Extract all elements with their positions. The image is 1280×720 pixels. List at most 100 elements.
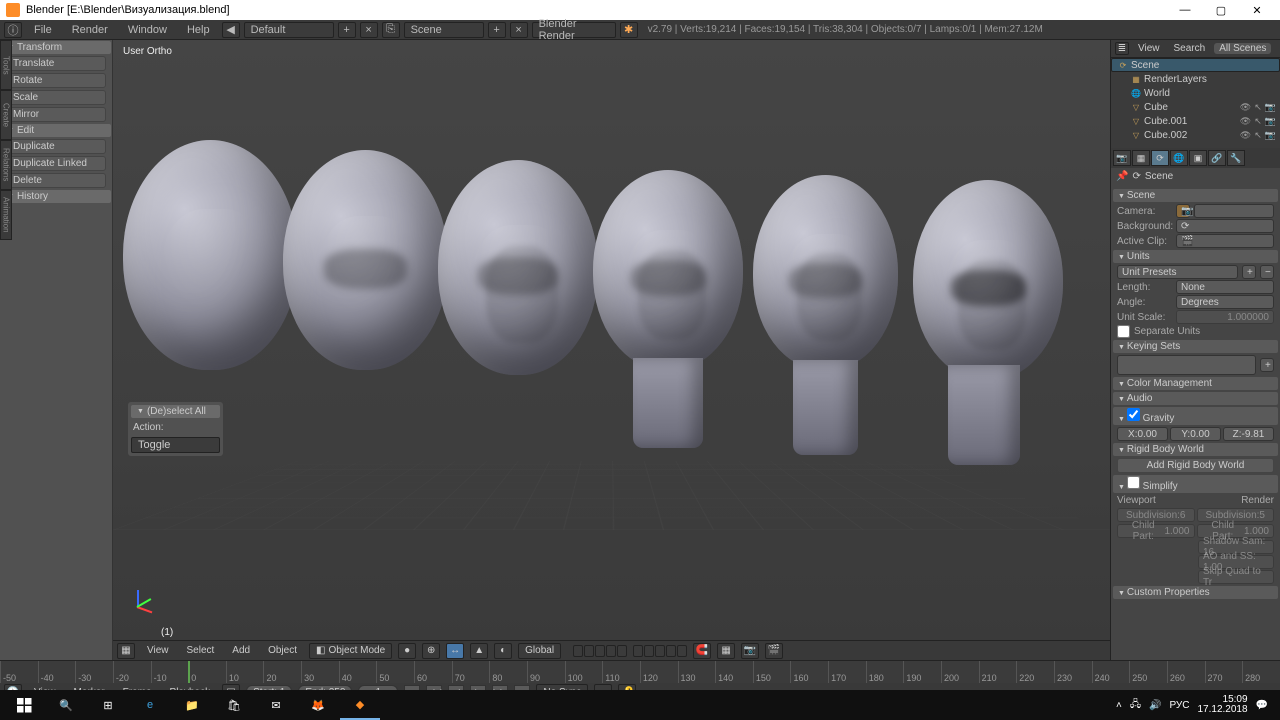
del-scene-icon[interactable]: × bbox=[510, 22, 528, 38]
close-button[interactable]: ✕ bbox=[1240, 1, 1274, 19]
tray-date[interactable]: 17.12.2018 bbox=[1197, 705, 1247, 715]
manip-translate-icon[interactable]: ▲ bbox=[470, 643, 488, 659]
panel-rbw[interactable]: Rigid Body World bbox=[1113, 443, 1278, 456]
head-mesh-3[interactable] bbox=[438, 160, 598, 375]
camera-value[interactable] bbox=[1194, 204, 1274, 218]
menu-file[interactable]: File bbox=[26, 23, 60, 37]
grav-z[interactable]: Z: -9.81 bbox=[1223, 427, 1274, 441]
manipulator-icon[interactable]: ↔ bbox=[446, 643, 464, 659]
keying-list[interactable] bbox=[1117, 355, 1256, 375]
blender-task-icon[interactable]: ◆ bbox=[340, 690, 380, 720]
add-layout-icon[interactable]: + bbox=[338, 22, 356, 38]
grav-x[interactable]: X: 0.00 bbox=[1117, 427, 1168, 441]
background-field[interactable]: ⟳ bbox=[1176, 219, 1274, 233]
edge-icon[interactable]: e bbox=[130, 690, 170, 720]
add-rbw-button[interactable]: Add Rigid Body World bbox=[1117, 458, 1274, 473]
tab-modifier-icon[interactable]: 🔧 bbox=[1227, 150, 1245, 166]
panel-keying[interactable]: Keying Sets bbox=[1113, 340, 1278, 353]
timeline-ruler[interactable]: -50-40-30-20-100102030405060708090100110… bbox=[0, 661, 1280, 683]
mail-icon[interactable]: ✉ bbox=[256, 690, 296, 720]
render-anim-icon[interactable]: 🎬 bbox=[765, 643, 783, 659]
editor-type-icon[interactable]: ▦ bbox=[117, 643, 135, 659]
keying-add-icon[interactable]: + bbox=[1260, 358, 1274, 372]
start-button[interactable] bbox=[4, 690, 44, 720]
pin-icon[interactable]: 📌 bbox=[1116, 171, 1128, 182]
outliner-allscenes[interactable]: All Scenes bbox=[1214, 43, 1271, 54]
outliner-item[interactable]: ⟳Scene bbox=[1111, 58, 1280, 72]
3d-viewport[interactable]: User Ortho (1) (De)select All Action: To… bbox=[113, 40, 1110, 660]
panel-units[interactable]: Units bbox=[1113, 250, 1278, 263]
head-mesh-2[interactable] bbox=[283, 150, 448, 370]
store-icon[interactable]: 🛍 bbox=[214, 690, 254, 720]
action-value[interactable]: Toggle bbox=[131, 437, 220, 453]
outliner-item[interactable]: ▦RenderLayers bbox=[1111, 72, 1280, 86]
outliner-editor-icon[interactable]: ≣ bbox=[1115, 42, 1129, 55]
orientation-dropdown[interactable]: Global bbox=[518, 643, 561, 659]
duplicate-button[interactable]: Duplicate bbox=[6, 139, 106, 154]
vp-menu-add[interactable]: Add bbox=[226, 645, 256, 656]
grav-y[interactable]: Y: 0.00 bbox=[1170, 427, 1221, 441]
tab-object-icon[interactable]: ▣ bbox=[1189, 150, 1207, 166]
length-dropdown[interactable]: None bbox=[1176, 280, 1274, 294]
add-scene-icon[interactable]: + bbox=[488, 22, 506, 38]
delete-button[interactable]: Delete bbox=[6, 173, 106, 188]
outliner-view[interactable]: View bbox=[1133, 43, 1165, 54]
outliner-search[interactable]: Search bbox=[1169, 43, 1211, 54]
snap-target-icon[interactable]: ▦ bbox=[717, 643, 735, 659]
mode-dropdown[interactable]: ◧ Object Mode bbox=[309, 643, 392, 659]
explorer-icon[interactable]: 📁 bbox=[172, 690, 212, 720]
vp-menu-select[interactable]: Select bbox=[181, 645, 221, 656]
menu-help[interactable]: Help bbox=[179, 23, 218, 37]
tray-up-icon[interactable]: ˄ bbox=[1116, 700, 1122, 711]
search-icon[interactable]: 🔍 bbox=[46, 690, 86, 720]
translate-button[interactable]: Translate bbox=[6, 56, 106, 71]
info-editor-icon[interactable]: ⓘ bbox=[4, 22, 22, 38]
lang-indicator[interactable]: РУС bbox=[1169, 700, 1189, 711]
outliner-item[interactable]: ▽Cube.001👁↖📷 bbox=[1111, 114, 1280, 128]
panel-edit[interactable]: Edit bbox=[1, 124, 111, 137]
panel-gravity[interactable]: Gravity bbox=[1113, 407, 1278, 425]
unit-presets-dropdown[interactable]: Unit Presets bbox=[1117, 265, 1238, 279]
tab-world-icon[interactable]: 🌐 bbox=[1170, 150, 1188, 166]
tab-render-icon[interactable]: 📷 bbox=[1113, 150, 1131, 166]
angle-dropdown[interactable]: Degrees bbox=[1176, 295, 1274, 309]
clip-field[interactable]: 🎬 bbox=[1176, 234, 1274, 248]
back-icon[interactable]: ◀ bbox=[222, 22, 240, 38]
maximize-button[interactable]: ▢ bbox=[1204, 1, 1238, 19]
tab-scene-icon[interactable]: ⟳ bbox=[1151, 150, 1169, 166]
menu-render[interactable]: Render bbox=[64, 23, 116, 37]
tab-layers-icon[interactable]: ▦ bbox=[1132, 150, 1150, 166]
minimize-button[interactable]: — bbox=[1168, 1, 1202, 19]
panel-history[interactable]: History bbox=[1, 190, 111, 203]
rotate-button[interactable]: Rotate bbox=[6, 73, 106, 88]
scene-dropdown[interactable]: Scene bbox=[404, 22, 484, 38]
preset-del-icon[interactable]: − bbox=[1260, 265, 1274, 279]
preset-add-icon[interactable]: + bbox=[1242, 265, 1256, 279]
layer-buttons[interactable] bbox=[573, 645, 687, 657]
head-mesh-1[interactable] bbox=[123, 140, 298, 370]
vp-menu-object[interactable]: Object bbox=[262, 645, 303, 656]
redo-header[interactable]: (De)select All bbox=[131, 405, 220, 418]
tab-constraint-icon[interactable]: 🔗 bbox=[1208, 150, 1226, 166]
duplicate-linked-button[interactable]: Duplicate Linked bbox=[6, 156, 106, 171]
outliner-item[interactable]: 🌐World bbox=[1111, 86, 1280, 100]
simplify-check[interactable] bbox=[1127, 476, 1140, 489]
panel-transform[interactable]: Transform bbox=[1, 41, 111, 54]
blender-org-icon[interactable]: ✱ bbox=[620, 22, 638, 38]
snap-icon[interactable]: 🧲 bbox=[693, 643, 711, 659]
outliner-item[interactable]: ▽Cube👁↖📷 bbox=[1111, 100, 1280, 114]
menu-window[interactable]: Window bbox=[120, 23, 175, 37]
network-icon[interactable]: 🖧 bbox=[1130, 697, 1141, 714]
toolshelf-tabs[interactable]: ToolsCreateRelationsAnimation bbox=[0, 40, 12, 640]
panel-audio[interactable]: Audio bbox=[1113, 392, 1278, 405]
camera-field[interactable]: 📷 bbox=[1176, 204, 1190, 218]
system-tray[interactable]: ˄ 🖧 🔊 РУС 15:0917.12.2018 💬 bbox=[1116, 695, 1276, 715]
scale-button[interactable]: Scale bbox=[6, 90, 106, 105]
head-mesh-5[interactable] bbox=[753, 175, 898, 370]
mirror-button[interactable]: Mirror bbox=[6, 107, 106, 122]
render-preview-icon[interactable]: 📷 bbox=[741, 643, 759, 659]
panel-colormgmt[interactable]: Color Management bbox=[1113, 377, 1278, 390]
outliner-item[interactable]: ▽Cube.002👁↖📷 bbox=[1111, 128, 1280, 142]
layout-dropdown[interactable]: Default bbox=[244, 22, 334, 38]
manip-rotate-icon[interactable]: ◐ bbox=[494, 643, 512, 659]
